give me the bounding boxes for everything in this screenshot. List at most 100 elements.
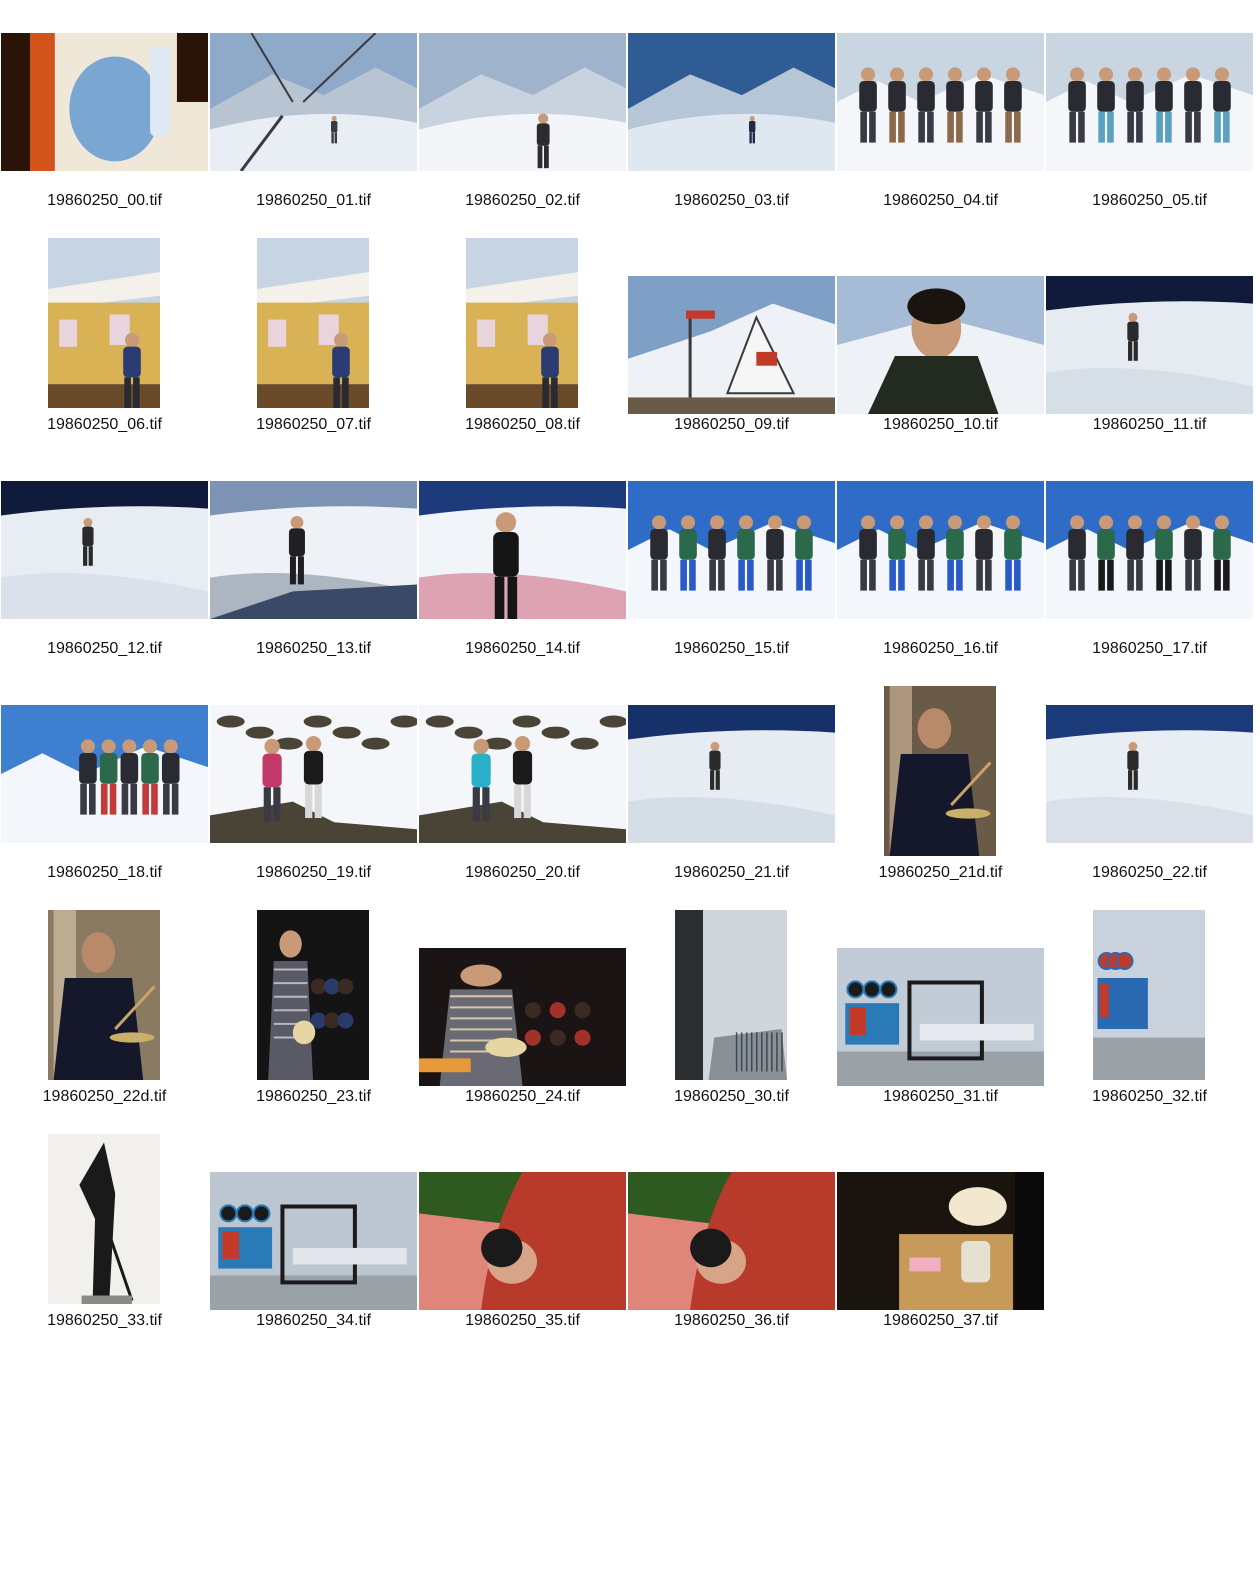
contact-sheet-cell: 19860250_06.tif	[0, 238, 209, 478]
photo-thumbnail[interactable]	[48, 238, 160, 408]
contact-sheet-cell: 19860250_04.tif	[836, 30, 1045, 254]
contact-sheet-cell: 19860250_23.tif	[209, 910, 418, 1150]
contact-sheet-cell: 19860250_35.tif	[418, 1150, 627, 1374]
photo-thumbnail[interactable]	[257, 910, 369, 1080]
photo-filename-caption: 19860250_12.tif	[47, 640, 162, 657]
photo-thumbnail[interactable]	[419, 481, 626, 619]
photo-thumbnail[interactable]	[837, 276, 1044, 414]
photo-thumbnail[interactable]	[675, 910, 787, 1080]
contact-sheet-cell: 19860250_36.tif	[627, 1150, 836, 1374]
photo-thumbnail[interactable]	[419, 705, 626, 843]
photo-thumbnail[interactable]	[210, 1172, 417, 1310]
photo-image	[210, 481, 417, 619]
photo-thumbnail[interactable]	[1046, 276, 1253, 414]
photo-thumbnail[interactable]	[1046, 705, 1253, 843]
photo-filename-caption: 19860250_11.tif	[1092, 416, 1207, 433]
photo-filename-caption: 19860250_13.tif	[256, 640, 371, 657]
photo-thumbnail[interactable]	[628, 276, 835, 414]
contact-sheet-cell: 19860250_33.tif	[0, 1134, 209, 1374]
photo-filename-caption: 19860250_17.tif	[1092, 640, 1207, 657]
photo-thumbnail[interactable]	[466, 238, 578, 408]
photo-thumbnail[interactable]	[210, 33, 417, 171]
contact-sheet-cell: 19860250_03.tif	[627, 30, 836, 254]
photo-thumbnail[interactable]	[628, 481, 835, 619]
contact-sheet-cell: 19860250_22.tif	[1045, 702, 1254, 926]
photo-filename-caption: 19860250_00.tif	[47, 192, 162, 209]
photo-image	[837, 948, 1044, 1086]
photo-filename-caption: 19860250_05.tif	[1092, 192, 1207, 209]
photo-thumbnail[interactable]	[210, 705, 417, 843]
photo-thumbnail[interactable]	[1093, 910, 1205, 1080]
photo-image	[419, 33, 626, 171]
photo-filename-caption: 19860250_23.tif	[256, 1088, 371, 1105]
photo-thumbnail[interactable]	[48, 1134, 160, 1304]
photo-image	[257, 910, 369, 1080]
photo-thumbnail[interactable]	[1046, 481, 1253, 619]
photo-filename-caption: 19860250_35.tif	[465, 1312, 580, 1329]
photo-filename-caption: 19860250_20.tif	[465, 864, 580, 881]
photo-image	[48, 910, 160, 1080]
photo-thumbnail[interactable]	[628, 1172, 835, 1310]
photo-image	[837, 276, 1044, 414]
photo-image	[48, 238, 160, 408]
contact-sheet-cell: 19860250_15.tif	[627, 478, 836, 702]
photo-image	[837, 33, 1044, 171]
contact-sheet-cell: 19860250_37.tif	[836, 1150, 1045, 1374]
contact-sheet-cell: 19860250_12.tif	[0, 478, 209, 702]
contact-sheet-cell: 19860250_09.tif	[627, 254, 836, 478]
photo-filename-caption: 19860250_02.tif	[465, 192, 580, 209]
contact-sheet-cell: 19860250_00.tif	[0, 30, 209, 254]
photo-thumbnail[interactable]	[1046, 33, 1253, 171]
photo-filename-caption: 19860250_37.tif	[883, 1312, 998, 1329]
photo-thumbnail[interactable]	[884, 686, 996, 856]
photo-filename-caption: 19860250_33.tif	[47, 1312, 162, 1329]
photo-image	[257, 238, 369, 408]
photo-image	[1, 481, 208, 619]
photo-thumbnail[interactable]	[837, 33, 1044, 171]
photo-filename-caption: 19860250_22d.tif	[42, 1088, 167, 1105]
photo-thumbnail[interactable]	[1, 705, 208, 843]
photo-image	[1046, 481, 1253, 619]
photo-thumbnail[interactable]	[837, 481, 1044, 619]
photo-thumbnail[interactable]	[419, 33, 626, 171]
photo-image	[837, 1172, 1044, 1310]
photo-filename-caption: 19860250_18.tif	[47, 864, 162, 881]
photo-thumbnail[interactable]	[628, 33, 835, 171]
photo-filename-caption: 19860250_34.tif	[256, 1312, 371, 1329]
contact-sheet-cell: 19860250_20.tif	[418, 702, 627, 926]
contact-sheet-cell: 19860250_22d.tif	[0, 910, 209, 1150]
photo-filename-caption: 19860250_24.tif	[465, 1088, 580, 1105]
photo-filename-caption: 19860250_06.tif	[47, 416, 162, 433]
photo-thumbnail[interactable]	[837, 1172, 1044, 1310]
photo-thumbnail[interactable]	[1, 33, 208, 171]
contact-sheet-cell: 19860250_32.tif	[1045, 910, 1254, 1150]
photo-filename-caption: 19860250_21d.tif	[878, 864, 1003, 881]
contact-sheet-cell: 19860250_08.tif	[418, 238, 627, 478]
photo-image	[1, 705, 208, 843]
photo-filename-caption: 19860250_03.tif	[674, 192, 789, 209]
photo-thumbnail[interactable]	[837, 948, 1044, 1086]
photo-image	[628, 276, 835, 414]
photo-thumbnail[interactable]	[48, 910, 160, 1080]
photo-image	[1046, 705, 1253, 843]
photo-thumbnail[interactable]	[628, 705, 835, 843]
photo-thumbnail[interactable]	[1, 481, 208, 619]
photo-image	[628, 1172, 835, 1310]
photo-image	[884, 686, 996, 856]
contact-sheet: 19860250_00.tif 19860250_01.tif 19860250_0…	[0, 0, 1260, 1575]
photo-image	[1, 33, 208, 171]
photo-thumbnail[interactable]	[210, 481, 417, 619]
photo-image	[419, 705, 626, 843]
photo-image	[48, 1134, 160, 1304]
photo-image	[210, 33, 417, 171]
contact-sheet-cell: 19860250_02.tif	[418, 30, 627, 254]
photo-thumbnail[interactable]	[419, 948, 626, 1086]
photo-image	[210, 1172, 417, 1310]
contact-sheet-cell: 19860250_05.tif	[1045, 30, 1254, 254]
photo-thumbnail[interactable]	[257, 238, 369, 408]
photo-filename-caption: 19860250_32.tif	[1092, 1088, 1207, 1105]
photo-thumbnail[interactable]	[419, 1172, 626, 1310]
photo-filename-caption: 19860250_15.tif	[674, 640, 789, 657]
contact-sheet-cell: 19860250_14.tif	[418, 478, 627, 702]
photo-image	[466, 238, 578, 408]
